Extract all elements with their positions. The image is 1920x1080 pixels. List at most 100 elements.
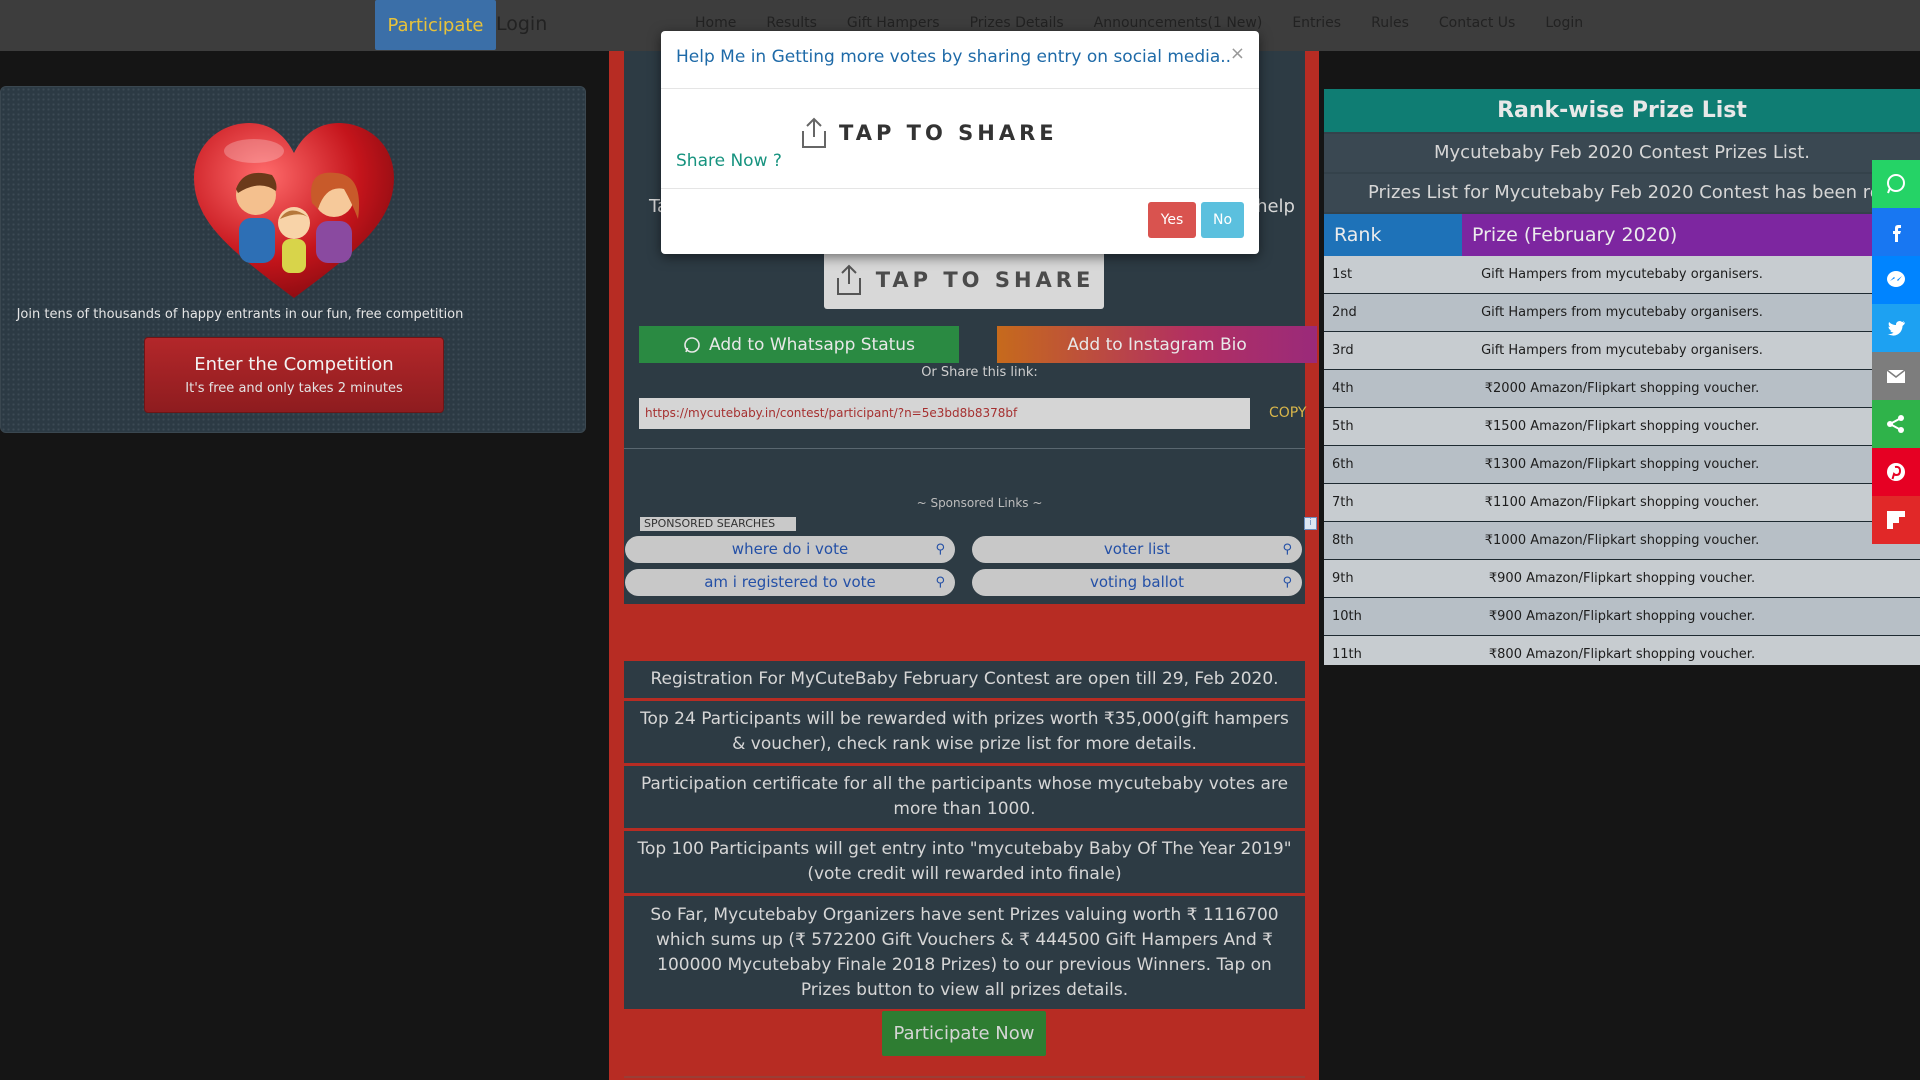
tap-to-share-button[interactable]: TAP TO SHARE [824,251,1104,309]
rank-cell: 1st [1332,267,1353,282]
prize-cell: ₹1300 Amazon/Flipkart shopping voucher. [1484,457,1760,472]
prize-cell: ₹2000 Amazon/Flipkart shopping voucher. [1484,381,1760,396]
search-pill-label: am i registered to vote [704,573,876,591]
prize-table-header: Rank Prize (February 2020) [1324,214,1920,256]
modal-body: TAP TO SHARE Share Now ? [661,89,1259,189]
whatsapp-status-label: Add to Whatsapp Status [709,334,915,355]
nav-link-home[interactable]: Home [680,15,751,31]
table-row: 2nd Gift Hampers from mycutebaby organise… [1324,294,1920,332]
share-icon [1887,415,1904,433]
search-icon: ⚲ [1282,575,1292,590]
enter-competition-button[interactable]: Enter the Competition It's free and only… [144,337,444,413]
pinterest-icon [1887,463,1905,481]
tap-to-share-label: TAP TO SHARE [875,268,1095,292]
share-link-field[interactable]: https://mycutebaby.in/contest/participan… [639,398,1250,429]
nav-link-prizes-details[interactable]: Prizes Details [955,15,1079,31]
copy-link-button[interactable]: COPY [1269,405,1306,421]
participate-button[interactable]: Participate [375,0,496,50]
ad-info-icon[interactable]: i [1304,517,1317,530]
search-icon: ⚲ [935,542,945,557]
enter-competition-subtitle: It's free and only takes 2 minutes [185,381,403,396]
info-registration: Registration For MyCuteBaby February Con… [624,661,1305,698]
search-pill-am-i-registered[interactable]: am i registered to vote ⚲ [625,569,955,596]
participate-now-button[interactable]: Participate Now [882,1011,1046,1056]
divider [624,1076,1305,1078]
whatsapp-icon [684,336,700,353]
competition-promo-panel: Join tens of thousands of happy entrants… [0,86,586,433]
prize-cell: ₹1000 Amazon/Flipkart shopping voucher. [1484,533,1760,548]
share-upload-icon [836,264,861,295]
search-icon: ⚲ [1282,542,1292,557]
rank-column-header: Rank [1324,214,1462,256]
rank-cell: 11th [1332,647,1362,662]
search-pill-voting-ballot[interactable]: voting ballot ⚲ [972,569,1302,596]
table-row: 5th ₹1500 Amazon/Flipkart shopping vouche… [1324,408,1920,446]
rank-cell: 8th [1332,533,1354,548]
twitter-share-button[interactable] [1872,304,1920,352]
search-pill-where-do-i-vote[interactable]: where do i vote ⚲ [625,536,955,563]
table-row: 9th ₹900 Amazon/Flipkart shopping voucher… [1324,560,1920,598]
family-heart-logo [194,123,394,298]
tap-to-share-button[interactable]: TAP TO SHARE [799,117,1058,149]
no-button[interactable]: No [1201,202,1244,238]
nav-link-announcements[interactable]: Announcements(1 New) [1079,15,1278,31]
close-icon[interactable]: × [1230,43,1245,64]
table-row: 6th ₹1300 Amazon/Flipkart shopping vouche… [1324,446,1920,484]
rank-cell: 9th [1332,571,1354,586]
tap-to-share-label: TAP TO SHARE [839,121,1058,145]
instagram-bio-button[interactable]: Add to Instagram Bio [997,326,1317,363]
flipboard-icon [1887,511,1905,529]
rank-cell: 4th [1332,381,1354,396]
share-modal: Help Me in Getting more votes by sharing… [661,31,1259,254]
table-row: 10th ₹900 Amazon/Flipkart shopping vouche… [1324,598,1920,636]
messenger-icon [1887,271,1905,287]
table-row: 11th ₹800 Amazon/Flipkart shopping vouche… [1324,636,1920,665]
prize-cell: ₹800 Amazon/Flipkart shopping voucher. [1488,647,1756,662]
nav-link-login[interactable]: Login [1530,15,1598,31]
nav-link-entries[interactable]: Entries [1277,15,1356,31]
share-upload-icon [802,117,826,148]
facebook-share-button[interactable] [1872,208,1920,256]
twitter-icon [1887,321,1905,336]
table-row: 1st Gift Hampers from mycutebaby organise… [1324,256,1920,294]
search-icon: ⚲ [935,575,945,590]
nav-link-rules[interactable]: Rules [1356,15,1424,31]
share-now-prompt: Share Now ? [676,151,782,171]
modal-footer: Yes No [661,189,1259,252]
prize-cell: ₹900 Amazon/Flipkart shopping voucher. [1488,609,1756,624]
social-share-sidebar [1872,160,1920,544]
prize-cell: ₹1100 Amazon/Flipkart shopping voucher. [1484,495,1760,510]
whatsapp-share-button[interactable] [1872,160,1920,208]
sponsored-links-label: ~ Sponsored Links ~ [916,496,1043,510]
divider [624,448,1305,449]
flipboard-share-button[interactable] [1872,496,1920,544]
rank-cell: 6th [1332,457,1354,472]
table-row: 7th ₹1100 Amazon/Flipkart shopping vouche… [1324,484,1920,522]
prize-column-header: Prize (February 2020) [1462,214,1920,256]
info-top-100: Top 100 Participants will get entry into… [624,831,1305,893]
enter-competition-title: Enter the Competition [194,354,394,375]
whatsapp-icon [1887,174,1905,194]
nav-link-contact-us[interactable]: Contact Us [1424,15,1530,31]
rank-cell: 2nd [1332,305,1357,320]
info-prizes-sent: So Far, Mycutebaby Organizers have sent … [624,896,1305,1009]
email-share-button[interactable] [1872,352,1920,400]
modal-header: Help Me in Getting more votes by sharing… [661,31,1259,89]
prize-cell: ₹1500 Amazon/Flipkart shopping voucher. [1484,419,1760,434]
share-instruction-right: help [1256,196,1295,217]
messenger-share-button[interactable] [1872,256,1920,304]
more-share-button[interactable] [1872,400,1920,448]
rank-cell: 10th [1332,609,1362,624]
search-pill-voter-list[interactable]: voter list ⚲ [972,536,1302,563]
prize-cell: Gift Hampers from mycutebaby organisers. [1481,305,1763,320]
nav-link-gift-hampers[interactable]: Gift Hampers [832,15,955,31]
search-pill-label: voting ballot [1089,573,1184,591]
sponsored-searches-label: SPONSORED SEARCHES [640,517,796,531]
yes-button[interactable]: Yes [1148,202,1196,238]
whatsapp-status-button[interactable]: Add to Whatsapp Status [639,326,959,363]
nav-link-results[interactable]: Results [751,15,832,31]
search-pill-label: where do i vote [731,540,849,558]
pinterest-share-button[interactable] [1872,448,1920,496]
info-participation-certificate: Participation certificate for all the pa… [624,766,1305,828]
login-link[interactable]: Login [496,13,547,35]
